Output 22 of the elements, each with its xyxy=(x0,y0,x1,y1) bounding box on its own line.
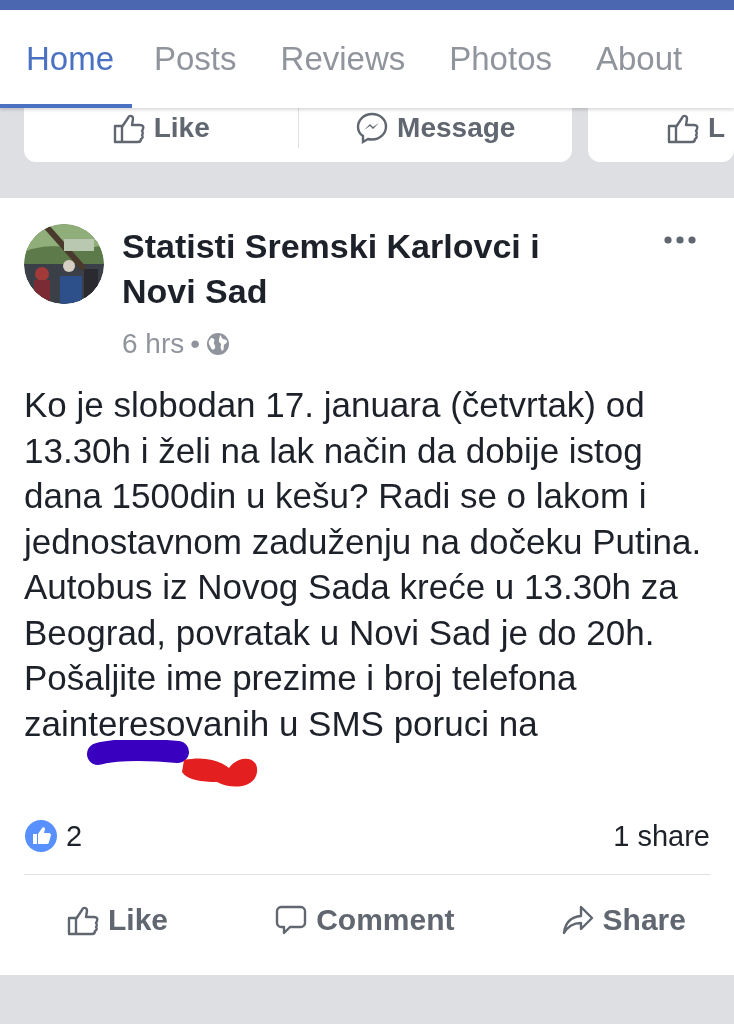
tab[interactable]: About xyxy=(574,10,705,108)
globe-icon xyxy=(206,332,231,356)
like-button[interactable]: Like xyxy=(24,111,298,145)
like-button[interactable]: L xyxy=(666,111,726,145)
page-name[interactable]: Statisti Sremski Karlovci i Novi Sad xyxy=(122,224,572,314)
like-reaction-icon xyxy=(24,819,58,853)
reaction-count[interactable]: 2 xyxy=(66,819,614,853)
share-button[interactable]: Share xyxy=(560,903,686,937)
speech-bubble-icon xyxy=(274,903,309,937)
comment-button[interactable]: Comment xyxy=(274,903,455,937)
more-options-icon[interactable] xyxy=(664,236,696,244)
tab[interactable]: Photos xyxy=(427,10,574,108)
share-count[interactable]: 1 share xyxy=(613,819,710,853)
separator: • xyxy=(190,328,201,360)
tab[interactable]: Reviews xyxy=(258,10,428,108)
tab[interactable]: Posts xyxy=(132,10,259,108)
message-button[interactable]: Message xyxy=(298,111,572,145)
arrow-icon xyxy=(560,903,595,937)
post-time[interactable]: 6 hrs xyxy=(122,328,185,360)
post-text: Ko je slobodan 17. januara (četvrtak) od 13.30h i želi na lak način da dobije istog dana 1500din u kešu? Radi se o lakom i jednostavnom zaduženju na dočeku Putina. Autobus iz Novog Sada kreće u 13.30h za Beograd, povratak u Novi Sad je do 20h. Pošaljite ime prezime i broj telefona zainteresovanih u SMS poruci na xyxy=(24,384,703,745)
like-button[interactable]: Like xyxy=(66,903,169,937)
messenger-icon xyxy=(355,111,390,145)
